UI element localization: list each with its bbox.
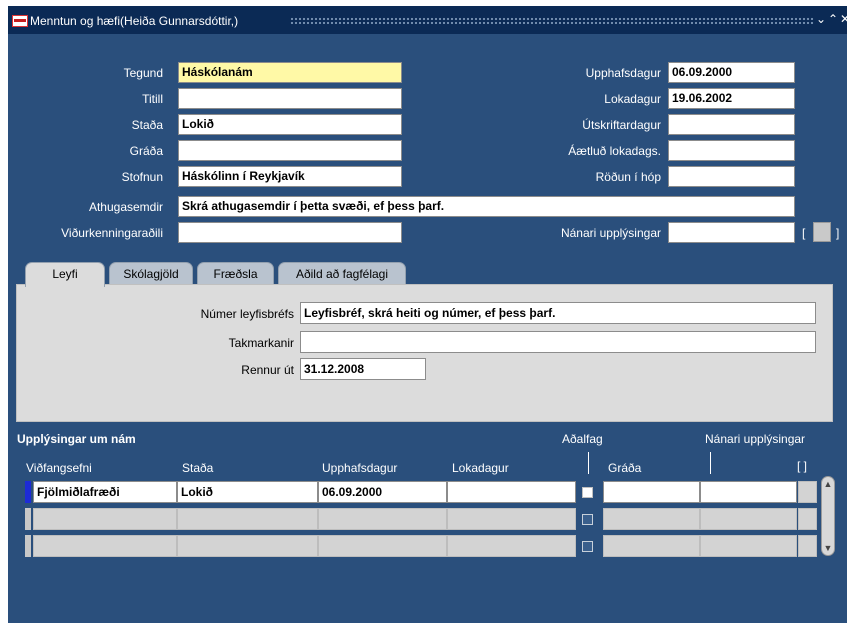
lokadagur-header: Lokadagur [452, 461, 509, 475]
athugasemdir-field[interactable]: Skrá athugasemdir í þetta svæði, ef þess… [178, 196, 795, 217]
vidfangsefni-header: Viðfangsefni [26, 461, 92, 475]
descriptive-flex-bracket-open: [ [802, 226, 806, 240]
grada-field[interactable] [178, 140, 402, 161]
row2-flex-cell[interactable] [798, 508, 817, 530]
aetlud-lokadags-label: Áætluð lokadags. [568, 144, 661, 158]
adalfag-header: Aðalfag [562, 432, 603, 446]
lokadagur-field[interactable]: 19.06.2002 [668, 88, 795, 109]
vidurkenningaradili-label: Viðurkenningaraðili [61, 226, 163, 240]
stofnun-field[interactable]: Háskólinn í Reykjavík [178, 166, 402, 187]
takmarkanir-label: Takmarkanir [228, 336, 294, 350]
titlebar-pattern [290, 17, 814, 24]
upphafsdagur-field[interactable]: 06.09.2000 [668, 62, 795, 83]
table-vertical-scrollbar[interactable]: ▲ ▼ [821, 476, 835, 556]
numer-leyfisbrefs-label: Númer leyfisbréfs [200, 307, 294, 321]
nanari-header: Nánari upplýsingar [705, 432, 806, 446]
row3-lokadagur-cell[interactable] [447, 535, 576, 557]
screen: Menntun og hæfi(Heiða Gunnarsdóttir,) ⌄ … [0, 0, 847, 623]
stofnun-label: Stofnun [121, 170, 163, 184]
row1-adalfag-checkbox[interactable] [582, 487, 593, 498]
header-divider [710, 452, 711, 474]
tegund-label: Tegund [123, 66, 163, 80]
stada-field[interactable]: Lokið [178, 114, 402, 135]
tegund-field[interactable]: Háskólanám [178, 62, 402, 83]
row3-flex-cell[interactable] [798, 535, 817, 557]
row3-upphafsdagur-cell[interactable] [318, 535, 447, 557]
row3-nanari-cell[interactable] [700, 535, 797, 557]
row-indicator[interactable] [25, 535, 31, 557]
nanari-upplysingar-field[interactable] [668, 222, 795, 243]
rennur-ut-field[interactable]: 31.12.2008 [300, 358, 426, 380]
rodun-i-hop-label: Röðun í hóp [595, 170, 661, 184]
row3-stada-cell[interactable] [177, 535, 318, 557]
rennur-ut-label: Rennur út [241, 363, 294, 377]
scroll-down-icon[interactable]: ▼ [823, 543, 833, 553]
window-title: Menntun og hæfi(Heiða Gunnarsdóttir,) [30, 14, 239, 28]
row1-nanari-cell[interactable] [700, 481, 797, 503]
vidurkenningaradili-field[interactable] [178, 222, 402, 243]
close-icon[interactable]: ✕ [839, 12, 847, 26]
current-row-indicator[interactable] [25, 481, 31, 503]
row1-flex-cell[interactable] [798, 481, 817, 503]
oracle-app-icon [12, 15, 28, 27]
restore-icon[interactable]: ⌃ [827, 12, 839, 26]
rodun-i-hop-field[interactable] [668, 166, 795, 187]
takmarkanir-field[interactable] [300, 331, 816, 353]
row1-upphafsdagur-cell[interactable]: 06.09.2000 [318, 481, 447, 503]
row2-adalfag-checkbox[interactable] [582, 514, 593, 525]
row2-vidfangsefni-cell[interactable] [33, 508, 177, 530]
stada-label: Staða [131, 118, 163, 132]
tab-fraedsla[interactable]: Fræðsla [197, 262, 274, 286]
upphafsdagur-label: Upphafsdagur [585, 66, 661, 80]
stada-header: Staða [182, 461, 214, 475]
row1-grada-cell[interactable] [603, 481, 700, 503]
titill-label: Titill [142, 92, 163, 106]
nam-section-title: Upplýsingar um nám [17, 432, 136, 446]
utskriftardagur-field[interactable] [668, 114, 795, 135]
flex-brackets-header: [ ] [797, 459, 808, 473]
row3-adalfag-checkbox[interactable] [582, 541, 593, 552]
oracle-form-window: Menntun og hæfi(Heiða Gunnarsdóttir,) ⌄ … [8, 6, 847, 623]
row2-stada-cell[interactable] [177, 508, 318, 530]
utskriftardagur-label: Útskriftardagur [582, 118, 661, 132]
upphafsdagur-header: Upphafsdagur [322, 461, 398, 475]
row2-lokadagur-cell[interactable] [447, 508, 576, 530]
row-indicator[interactable] [25, 508, 31, 530]
athugasemdir-label: Athugasemdir [88, 200, 163, 214]
numer-leyfisbrefs-field[interactable]: Leyfisbréf, skrá heiti og númer, ef þess… [300, 302, 816, 324]
descriptive-flex-bracket-close: ] [836, 226, 840, 240]
row2-nanari-cell[interactable] [700, 508, 797, 530]
scroll-up-icon[interactable]: ▲ [823, 479, 833, 489]
row1-lokadagur-cell[interactable] [447, 481, 576, 503]
window-titlebar[interactable]: Menntun og hæfi(Heiða Gunnarsdóttir,) ⌄ … [8, 6, 847, 34]
row2-upphafsdagur-cell[interactable] [318, 508, 447, 530]
row3-vidfangsefni-cell[interactable] [33, 535, 177, 557]
row1-stada-cell[interactable]: Lokið [177, 481, 318, 503]
row1-vidfangsefni-cell[interactable]: Fjölmiðlafræði [33, 481, 177, 503]
grada-label: Gráða [129, 144, 163, 158]
minimize-icon[interactable]: ⌄ [815, 12, 827, 26]
aetlud-lokadags-field[interactable] [668, 140, 795, 161]
grada-header: Gráða [608, 461, 642, 475]
row3-grada-cell[interactable] [603, 535, 700, 557]
titill-field[interactable] [178, 88, 402, 109]
nanari-upplysingar-label: Nánari upplýsingar [560, 226, 661, 240]
lokadagur-label: Lokadagur [604, 92, 661, 106]
tab-adild-ad-fagfelagi[interactable]: Aðild að fagfélagi [278, 262, 406, 286]
header-divider [588, 452, 589, 474]
tab-skolagjold[interactable]: Skólagjöld [109, 262, 193, 286]
descriptive-flex-button[interactable] [813, 222, 831, 242]
row2-grada-cell[interactable] [603, 508, 700, 530]
tab-leyfi[interactable]: Leyfi [25, 262, 105, 287]
